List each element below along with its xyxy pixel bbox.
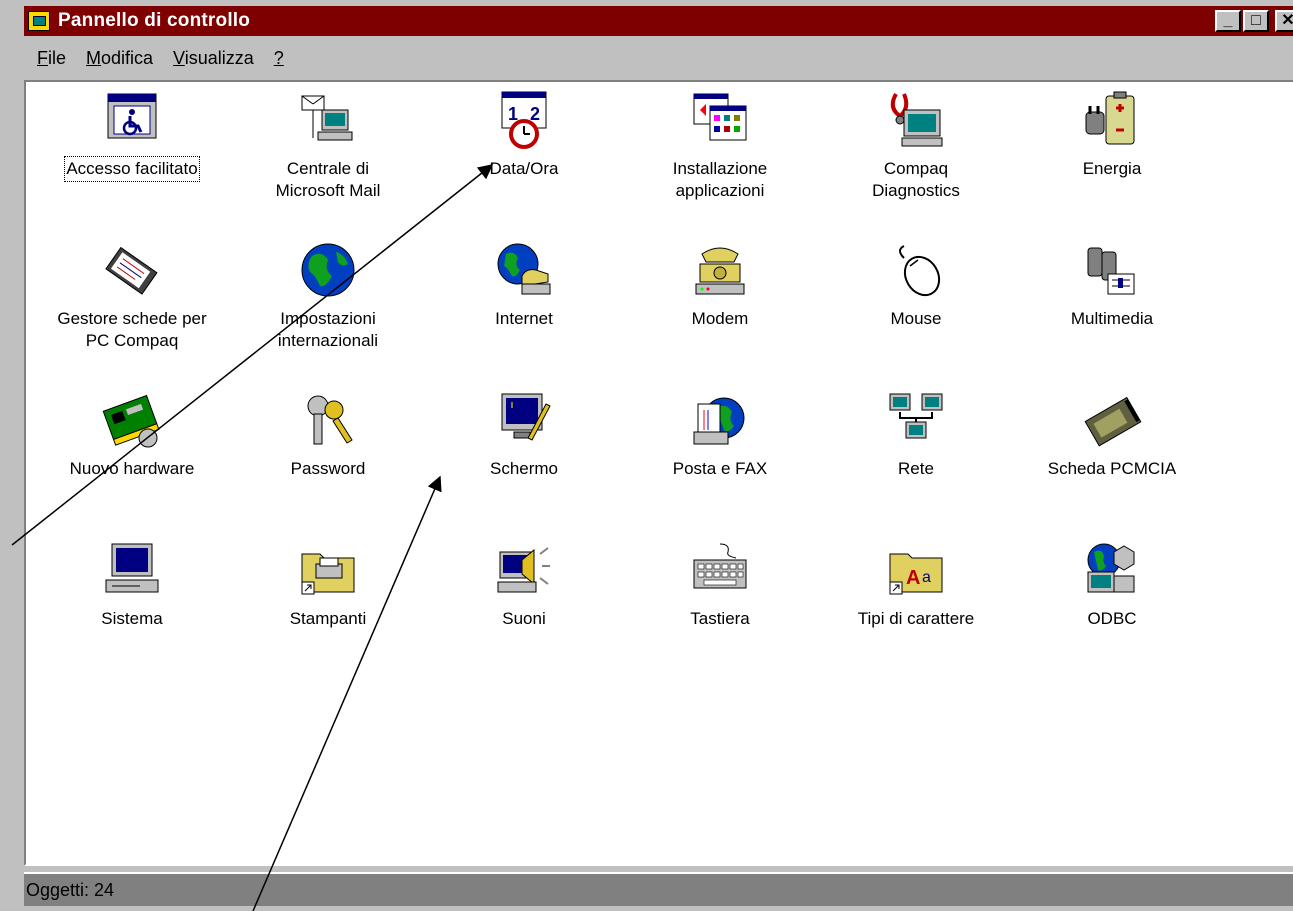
menu-item[interactable]: File (34, 48, 69, 69)
status-bar: Oggetti: 24 (24, 872, 1293, 906)
control-panel-item[interactable]: Modem (622, 238, 818, 388)
item-label: ODBC (1087, 609, 1137, 628)
control-panel-window: Pannello di controllo _ □ ✕ File Modifica… (0, 0, 1293, 911)
control-panel-item[interactable]: Centrale di Microsoft Mail (230, 88, 426, 238)
menu-item[interactable]: ? (271, 48, 287, 69)
svg-text:1: 1 (508, 104, 518, 124)
svg-text:2: 2 (530, 104, 540, 124)
clock-calendar-icon: 12 (501, 91, 547, 149)
mouse-icon (899, 245, 941, 297)
item-label: Compaq Diagnostics (872, 159, 960, 200)
display-icon (501, 393, 551, 441)
control-panel-item[interactable]: Accesso facilitato (34, 88, 230, 238)
item-label: Nuovo hardware (69, 459, 195, 478)
multimedia-icon (1087, 247, 1135, 295)
accessibility-icon (107, 93, 157, 139)
svg-text:A: A (906, 567, 920, 589)
item-label: Tipi di carattere (857, 609, 975, 628)
control-panel-item[interactable]: Nuovo hardware (34, 388, 230, 538)
control-panel-item[interactable]: Energia (1014, 88, 1210, 238)
item-label: Multimedia (1070, 309, 1154, 328)
fonts-folder-icon: Aa (889, 553, 943, 595)
control-panel-item[interactable]: Stampanti (230, 538, 426, 688)
menu-item[interactable]: Modifica (83, 48, 156, 69)
control-panel-item[interactable]: Gestore schede per PC Compaq (34, 238, 230, 388)
control-panel-item[interactable]: Schermo (426, 388, 622, 538)
control-panel-item[interactable]: Mouse (818, 238, 1014, 388)
computer-icon (105, 543, 159, 593)
window-title: Pannello di controllo (58, 10, 251, 31)
item-label: Installazione applicazioni (672, 159, 768, 200)
item-label: Internet (495, 309, 553, 328)
maximize-button[interactable]: □ (1243, 10, 1269, 32)
internet-icon (497, 243, 551, 295)
control-panel-item[interactable]: 1 2 Data/Ora (426, 88, 622, 238)
status-text: Oggetti: 24 (26, 879, 115, 900)
control-panel-item[interactable]: Tastiera (622, 538, 818, 688)
icon-view[interactable]: Accesso facilitato Centrale di Microsoft … (24, 80, 1293, 866)
modem-icon (695, 247, 745, 295)
menu-bar: File Modifica Visualizza? (24, 40, 1293, 76)
svg-text:a: a (922, 569, 931, 586)
icon-grid: Accesso facilitato Centrale di Microsoft … (34, 88, 1210, 688)
item-label: Sistema (101, 609, 163, 628)
diagnostics-icon (890, 93, 943, 147)
power-icon (1085, 91, 1135, 145)
item-label: Gestore schede per PC Compaq (57, 309, 207, 350)
item-label: Suoni (502, 609, 546, 628)
item-label: Mouse (890, 309, 942, 328)
keys-icon (307, 395, 353, 445)
item-label: Scheda PCMCIA (1047, 459, 1177, 478)
pccard-manager-icon (105, 246, 158, 295)
control-panel-item[interactable]: Internet (426, 238, 622, 388)
mail-icon (301, 95, 353, 141)
control-panel-item[interactable]: Suoni (426, 538, 622, 688)
close-button[interactable]: ✕ (1275, 10, 1293, 32)
item-label: Impostazioni internazionali (277, 309, 379, 350)
item-label: Stampanti (289, 609, 367, 628)
control-panel-item[interactable]: ODBC (1014, 538, 1210, 688)
item-label: Energia (1082, 159, 1142, 178)
control-panel-item[interactable]: Installazione applicazioni (622, 88, 818, 238)
control-panel-item[interactable]: Scheda PCMCIA (1014, 388, 1210, 538)
control-panel-item[interactable]: Impostazioni internazionali (230, 238, 426, 388)
item-label: Schermo (489, 459, 559, 478)
item-label: Password (290, 459, 366, 478)
item-label: Accesso facilitato (64, 156, 200, 182)
pcmcia-icon (1084, 396, 1142, 447)
keyboard-icon (693, 543, 747, 589)
control-panel-item[interactable]: Password (230, 388, 426, 538)
item-label: Data/Ora (489, 159, 559, 178)
control-panel-item[interactable]: Compaq Diagnostics (818, 88, 1014, 238)
title-bar[interactable]: Pannello di controllo _ □ ✕ (24, 6, 1293, 36)
item-label: Tastiera (690, 609, 750, 628)
menu-item[interactable]: Visualizza (170, 48, 257, 69)
control-panel-icon (28, 11, 50, 31)
minimize-button[interactable]: _ (1215, 10, 1241, 32)
item-label: Posta e FAX (672, 459, 768, 478)
control-panel-item[interactable]: Aa Tipi di carattere (818, 538, 1014, 688)
odbc-icon (1087, 543, 1135, 593)
item-label: Modem (691, 309, 749, 328)
globe-icon (301, 243, 355, 297)
mail-fax-icon (693, 397, 745, 445)
control-panel-item[interactable]: Posta e FAX (622, 388, 818, 538)
speaker-icon (497, 547, 550, 593)
item-label: Rete (898, 459, 934, 478)
control-panel-item[interactable]: Rete (818, 388, 1014, 538)
item-label: Centrale di Microsoft Mail (275, 159, 381, 200)
network-icon (889, 393, 943, 439)
install-icon (693, 93, 747, 141)
hardware-icon (102, 394, 160, 448)
control-panel-item[interactable]: Sistema (34, 538, 230, 688)
control-panel-item[interactable]: Multimedia (1014, 238, 1210, 388)
printer-folder-icon (301, 553, 355, 595)
